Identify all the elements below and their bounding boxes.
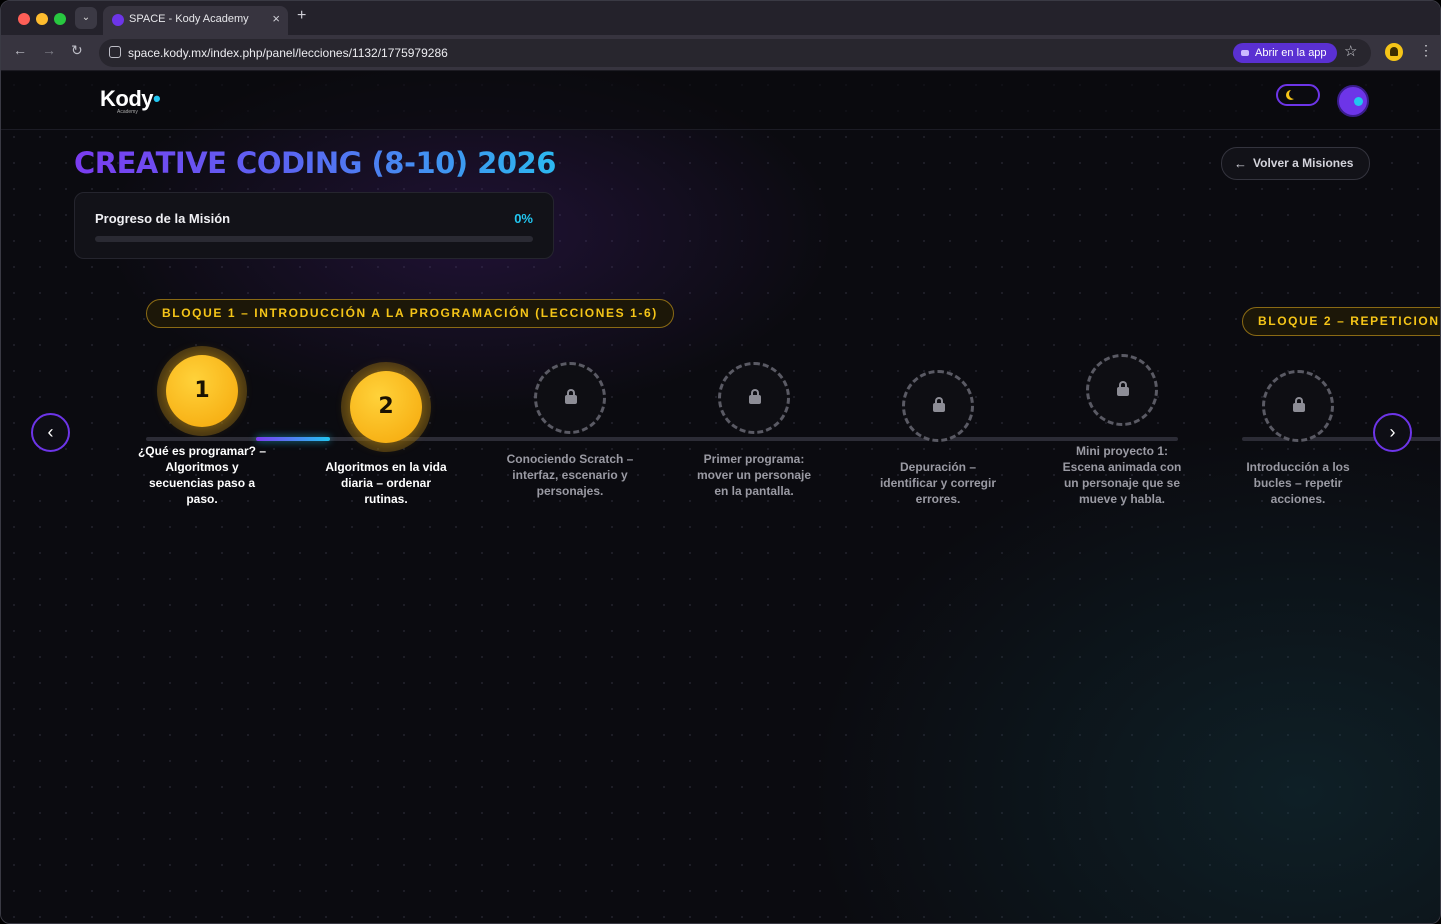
- lesson-node-locked: [1262, 370, 1334, 442]
- lock-icon: [1293, 397, 1305, 412]
- carousel-next-button[interactable]: ›: [1373, 413, 1412, 452]
- progress-label: Progreso de la Misión: [95, 211, 231, 226]
- page-content: Kody• Academy CREATIVE CODING (8-10) 202…: [1, 72, 1440, 923]
- lesson-node-locked: [534, 362, 606, 434]
- lesson-track-progress: [256, 437, 330, 441]
- browser-tab[interactable]: SPACE - Kody Academy ×: [103, 6, 288, 35]
- progress-bar: [95, 236, 533, 242]
- lesson-number: 1: [166, 355, 238, 427]
- tab-title: SPACE - Kody Academy: [129, 13, 249, 25]
- tab-bar: ⌄ SPACE - Kody Academy × +: [1, 1, 1440, 35]
- open-in-app-button[interactable]: Abrir en la app: [1233, 43, 1337, 63]
- chevron-right-icon: ›: [1389, 422, 1396, 442]
- page-title: CREATIVE CODING (8-10) 2026: [74, 146, 556, 180]
- bookmark-star-icon[interactable]: ☆: [1344, 42, 1357, 60]
- lesson-node-locked: [902, 370, 974, 442]
- tab-close-button[interactable]: ×: [272, 11, 280, 26]
- progress-value: 0%: [514, 211, 533, 226]
- back-nav-button[interactable]: ←: [13, 42, 27, 58]
- lesson-node-locked: [1086, 354, 1158, 426]
- favicon-icon: [112, 14, 124, 26]
- lesson-title[interactable]: ¿Qué es programar? – Algoritmos y secuen…: [137, 443, 267, 507]
- lesson-title: Depuración – identificar y corregir erro…: [879, 460, 997, 506]
- lesson-title: Primer programa: mover un personaje en l…: [696, 452, 812, 498]
- browser-toolbar: ← → ↻ space.kody.mx/index.php/panel/lecc…: [1, 35, 1440, 71]
- lesson-title[interactable]: Algoritmos en la vida diaria – ordenar r…: [321, 459, 451, 507]
- back-to-missions-button[interactable]: ← Volver a Misiones: [1221, 147, 1370, 180]
- chevron-left-icon: ‹: [47, 422, 54, 442]
- profile-icon[interactable]: [1385, 43, 1403, 61]
- logo-subtitle: Academy: [117, 109, 138, 115]
- site-info-icon[interactable]: [109, 46, 121, 58]
- site-header: Kody• Academy: [1, 72, 1440, 130]
- browser-menu-icon[interactable]: ⋮: [1419, 42, 1433, 59]
- lesson-node-unlocked[interactable]: 2: [341, 362, 431, 452]
- profile-silhouette-icon: [1390, 47, 1398, 56]
- arrow-left-icon: ←: [1234, 156, 1247, 171]
- user-avatar[interactable]: [1337, 85, 1369, 117]
- new-tab-button[interactable]: +: [297, 7, 306, 25]
- carousel-prev-button[interactable]: ‹: [31, 413, 70, 452]
- block-1-badge: BLOQUE 1 – INTRODUCCIÓN A LA PROGRAMACIÓ…: [146, 299, 674, 328]
- theme-toggle[interactable]: [1276, 84, 1320, 106]
- lock-icon: [933, 397, 945, 412]
- close-window-button[interactable]: [18, 13, 30, 25]
- lock-icon: [565, 389, 577, 404]
- back-to-missions-label: Volver a Misiones: [1253, 156, 1354, 170]
- lesson-number: 2: [350, 371, 422, 443]
- avatar-status-dot: [1354, 97, 1363, 106]
- logo-dot: •: [153, 86, 161, 111]
- maximize-window-button[interactable]: [54, 13, 66, 25]
- forward-nav-button[interactable]: →: [42, 42, 56, 58]
- mission-progress-card: Progreso de la Misión 0%: [74, 192, 554, 259]
- tab-list-button[interactable]: ⌄: [75, 7, 97, 29]
- url-text[interactable]: space.kody.mx/index.php/panel/lecciones/…: [128, 46, 448, 60]
- lock-icon: [749, 389, 761, 404]
- app-icon: [1241, 50, 1249, 56]
- lock-icon: [1117, 381, 1129, 396]
- lesson-node-locked: [718, 362, 790, 434]
- lesson-node-unlocked[interactable]: 1: [157, 346, 247, 436]
- lesson-title: Introducción a los bucles – repetir acci…: [1246, 460, 1350, 506]
- lesson-title: Mini proyecto 1: Escena animada con un p…: [1062, 444, 1182, 506]
- lesson-title: Conociendo Scratch – interfaz, escenario…: [506, 452, 634, 498]
- block-2-badge: BLOQUE 2 – REPETICIONES: [1242, 307, 1440, 336]
- open-in-app-label: Abrir en la app: [1255, 47, 1327, 59]
- address-bar[interactable]: space.kody.mx/index.php/panel/lecciones/…: [99, 39, 1371, 67]
- minimize-window-button[interactable]: [36, 13, 48, 25]
- logo-text: Kody: [100, 86, 154, 111]
- moon-icon: [1289, 89, 1299, 99]
- reload-button[interactable]: ↻: [71, 42, 83, 59]
- browser-window: ⌄ SPACE - Kody Academy × + ← → ↻ space.k…: [0, 0, 1441, 924]
